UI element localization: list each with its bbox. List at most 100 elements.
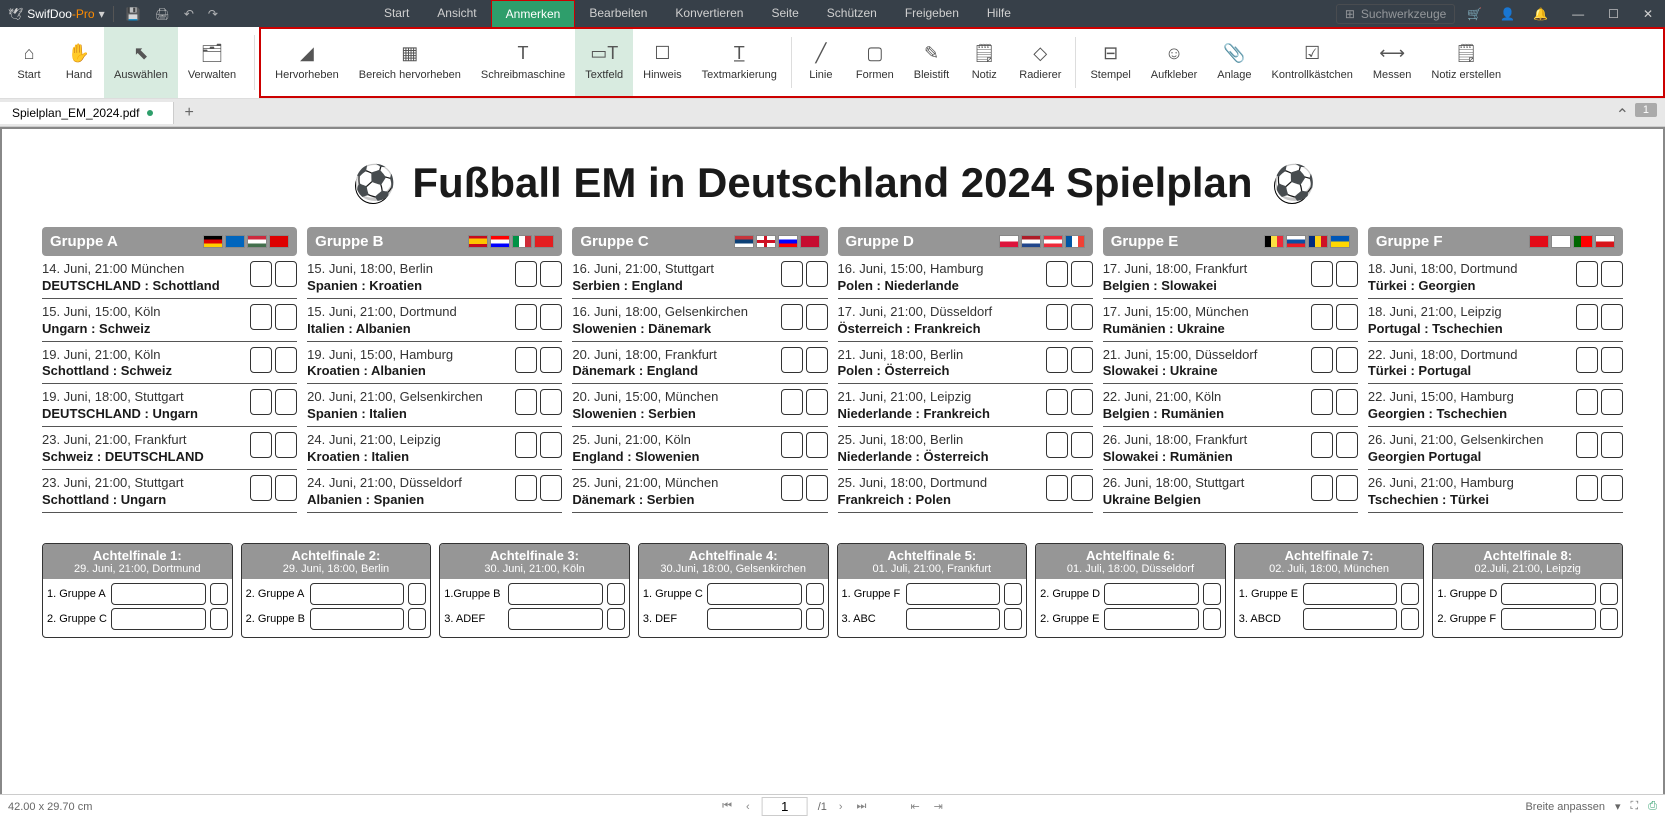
- page-input[interactable]: [762, 797, 808, 816]
- score-input[interactable]: [806, 261, 828, 287]
- score-input[interactable]: [250, 261, 272, 287]
- ribbon-schreibmaschine[interactable]: TSchreibmaschine: [471, 29, 575, 96]
- ko-score-input[interactable]: [1600, 583, 1618, 605]
- ko-score-input[interactable]: [1401, 583, 1419, 605]
- score-input[interactable]: [250, 432, 272, 458]
- document-area[interactable]: Fußball EM in Deutschland 2024 Spielplan…: [0, 127, 1665, 794]
- minimize-button[interactable]: —: [1560, 1, 1596, 27]
- score-input[interactable]: [1576, 347, 1598, 373]
- ko-team-input[interactable]: [906, 583, 1001, 605]
- score-input[interactable]: [1071, 261, 1093, 287]
- bell-icon[interactable]: 🔔: [1533, 7, 1548, 21]
- score-input[interactable]: [275, 432, 297, 458]
- score-input[interactable]: [515, 475, 537, 501]
- reading-mode-icon[interactable]: ⎙: [1648, 800, 1657, 813]
- ko-score-input[interactable]: [210, 608, 228, 630]
- ko-team-input[interactable]: [111, 608, 206, 630]
- score-input[interactable]: [1311, 432, 1333, 458]
- score-input[interactable]: [515, 432, 537, 458]
- score-input[interactable]: [540, 347, 562, 373]
- score-input[interactable]: [1336, 389, 1358, 415]
- menu-item-bearbeiten[interactable]: Bearbeiten: [575, 0, 661, 28]
- score-input[interactable]: [781, 261, 803, 287]
- score-input[interactable]: [1046, 304, 1068, 330]
- score-input[interactable]: [1311, 347, 1333, 373]
- ribbon-notiz-erstellen[interactable]: 🗒Notiz erstellen: [1421, 29, 1511, 96]
- ko-team-input[interactable]: [310, 583, 405, 605]
- score-input[interactable]: [806, 432, 828, 458]
- score-input[interactable]: [1601, 304, 1623, 330]
- ribbon-bleistift[interactable]: ✎Bleistift: [904, 29, 959, 96]
- score-input[interactable]: [1311, 261, 1333, 287]
- score-input[interactable]: [1576, 304, 1598, 330]
- ko-team-input[interactable]: [508, 608, 603, 630]
- score-input[interactable]: [1071, 304, 1093, 330]
- score-input[interactable]: [250, 304, 272, 330]
- ribbon-linie[interactable]: ╱Linie: [796, 29, 846, 96]
- score-input[interactable]: [1071, 475, 1093, 501]
- next-page-button[interactable]: ›: [837, 801, 845, 813]
- ko-team-input[interactable]: [1501, 608, 1596, 630]
- ribbon-textmarkierung[interactable]: T̲Textmarkierung: [692, 29, 787, 96]
- score-input[interactable]: [1576, 389, 1598, 415]
- maximize-button[interactable]: ☐: [1596, 1, 1631, 27]
- fit-dropdown-icon[interactable]: ▾: [1615, 800, 1621, 813]
- menu-item-konvertieren[interactable]: Konvertieren: [661, 0, 757, 28]
- cart-icon[interactable]: 🛒: [1467, 7, 1482, 21]
- close-button[interactable]: ✕: [1631, 1, 1665, 27]
- ko-team-input[interactable]: [508, 583, 603, 605]
- score-input[interactable]: [1576, 261, 1598, 287]
- ribbon-start[interactable]: ⌂Start: [4, 27, 54, 98]
- scroll-right-button[interactable]: ⇥: [932, 800, 945, 813]
- menu-item-ansicht[interactable]: Ansicht: [423, 0, 490, 28]
- ko-score-input[interactable]: [806, 583, 824, 605]
- ko-team-input[interactable]: [1303, 583, 1398, 605]
- ribbon-formen[interactable]: ▢Formen: [846, 29, 904, 96]
- score-input[interactable]: [1071, 432, 1093, 458]
- score-input[interactable]: [250, 347, 272, 373]
- score-input[interactable]: [1046, 432, 1068, 458]
- menu-item-anmerken[interactable]: Anmerken: [491, 0, 576, 28]
- dropdown-icon[interactable]: ▾: [99, 7, 105, 21]
- score-input[interactable]: [1336, 432, 1358, 458]
- ribbon-hinweis[interactable]: ☐Hinweis: [633, 29, 692, 96]
- score-input[interactable]: [275, 304, 297, 330]
- score-input[interactable]: [540, 389, 562, 415]
- score-input[interactable]: [1071, 347, 1093, 373]
- score-input[interactable]: [781, 432, 803, 458]
- ko-team-input[interactable]: [1104, 608, 1199, 630]
- ribbon-textfeld[interactable]: ▭TTextfeld: [575, 29, 633, 96]
- score-input[interactable]: [1071, 389, 1093, 415]
- search-box[interactable]: ⊞ Suchwerkzeuge: [1336, 4, 1455, 24]
- score-input[interactable]: [275, 261, 297, 287]
- ribbon-anlage[interactable]: 📎Anlage: [1207, 29, 1261, 96]
- ribbon-stempel[interactable]: ⊟Stempel: [1080, 29, 1140, 96]
- score-input[interactable]: [275, 389, 297, 415]
- score-input[interactable]: [781, 389, 803, 415]
- ko-score-input[interactable]: [1203, 608, 1221, 630]
- ko-score-input[interactable]: [210, 583, 228, 605]
- score-input[interactable]: [781, 347, 803, 373]
- score-input[interactable]: [1046, 475, 1068, 501]
- ko-score-input[interactable]: [607, 608, 625, 630]
- menu-item-start[interactable]: Start: [370, 0, 423, 28]
- print-icon[interactable]: 🖨: [155, 7, 170, 21]
- score-input[interactable]: [515, 261, 537, 287]
- score-input[interactable]: [540, 304, 562, 330]
- score-input[interactable]: [275, 347, 297, 373]
- ko-team-input[interactable]: [111, 583, 206, 605]
- score-input[interactable]: [1046, 347, 1068, 373]
- ribbon-verwalten[interactable]: 🗂Verwalten: [178, 27, 246, 98]
- ko-team-input[interactable]: [310, 608, 405, 630]
- score-input[interactable]: [806, 389, 828, 415]
- ko-score-input[interactable]: [1600, 608, 1618, 630]
- last-page-button[interactable]: ⏭: [855, 800, 869, 813]
- ko-team-input[interactable]: [1303, 608, 1398, 630]
- ko-team-input[interactable]: [707, 583, 802, 605]
- score-input[interactable]: [1576, 432, 1598, 458]
- score-input[interactable]: [540, 475, 562, 501]
- add-tab-button[interactable]: +: [174, 100, 203, 126]
- menu-item-hilfe[interactable]: Hilfe: [973, 0, 1025, 28]
- ko-team-input[interactable]: [1501, 583, 1596, 605]
- score-input[interactable]: [1336, 304, 1358, 330]
